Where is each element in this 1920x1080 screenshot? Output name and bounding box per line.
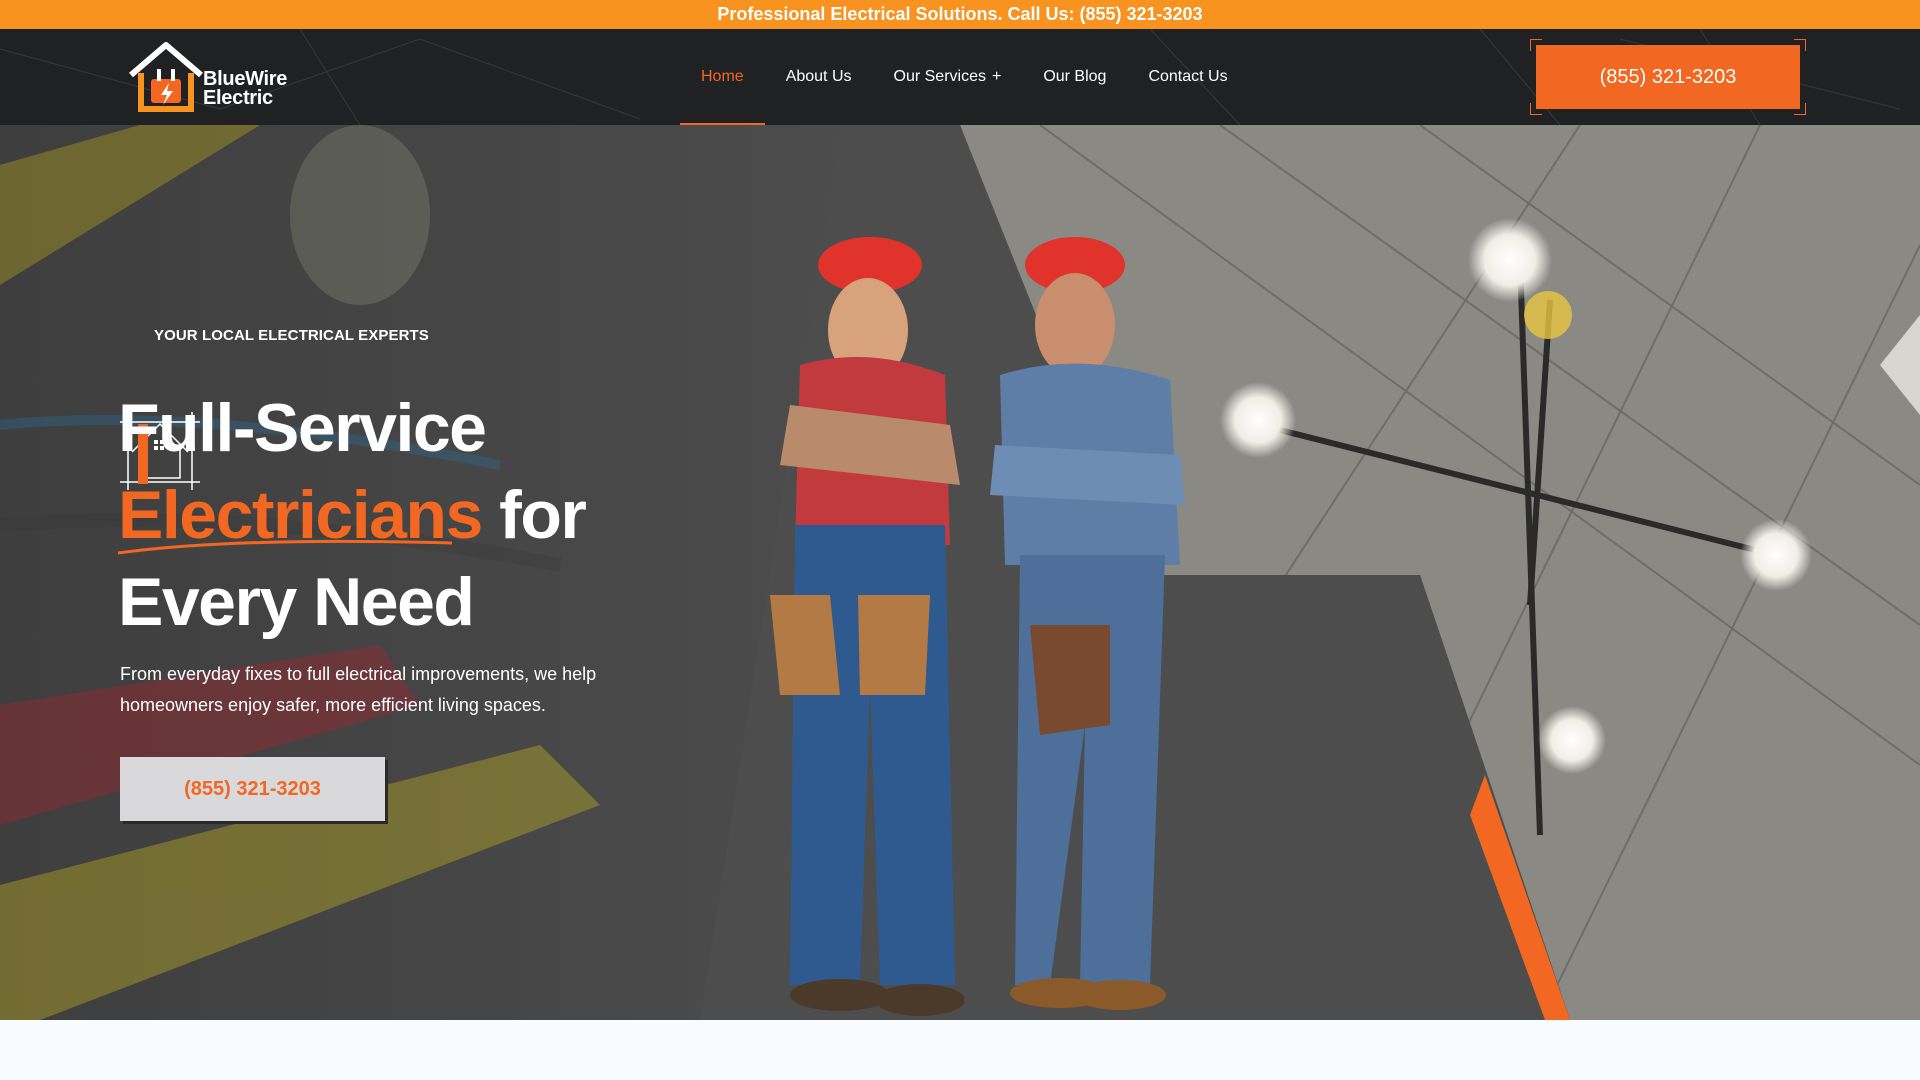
brand-logo[interactable]: BlueWire Electric	[127, 39, 297, 117]
hero-eyebrow: YOUR LOCAL ELECTRICAL EXPERTS	[154, 327, 429, 344]
nav-item-our-services[interactable]: Our Services +	[873, 29, 1023, 125]
nav-item-contact-us[interactable]: Contact Us	[1127, 29, 1248, 125]
announcement-text: Professional Electrical Solutions. Call …	[717, 4, 1203, 24]
site-header: BlueWire Electric Home About Us Our Serv…	[0, 29, 1920, 125]
headline-accent: Electricians	[117, 477, 483, 555]
headline-line1: Full-Service	[118, 390, 487, 466]
headline-line3: Every Need	[118, 564, 475, 640]
brand-name-line2: Electric	[203, 87, 273, 109]
announcement-bar: Professional Electrical Solutions. Call …	[0, 0, 1920, 29]
hero-subtext: From everyday fixes to full electrical i…	[120, 664, 597, 715]
headline-line2-rest: for	[481, 477, 587, 553]
nav-item-about-us[interactable]: About Us	[765, 29, 873, 125]
header-phone-button[interactable]: (855) 321-3203	[1536, 45, 1800, 109]
nav-item-our-blog[interactable]: Our Blog	[1022, 29, 1127, 125]
nav-item-our-services-label: Our Services	[893, 68, 986, 85]
nav-item-home[interactable]: Home	[680, 29, 765, 125]
hero-headline: Full-Service Electricians for Every Need	[117, 385, 587, 646]
next-section	[0, 1020, 1920, 1080]
main-nav: Home About Us Our Services + Our Blog Con…	[680, 29, 1249, 125]
hero-phone-button[interactable]: (855) 321-3203	[120, 757, 385, 821]
plus-icon: +	[991, 68, 1002, 85]
underline-swoosh-icon	[117, 539, 453, 555]
brand-name: BlueWire Electric	[203, 69, 287, 109]
house-plug-logo-icon	[129, 42, 203, 112]
